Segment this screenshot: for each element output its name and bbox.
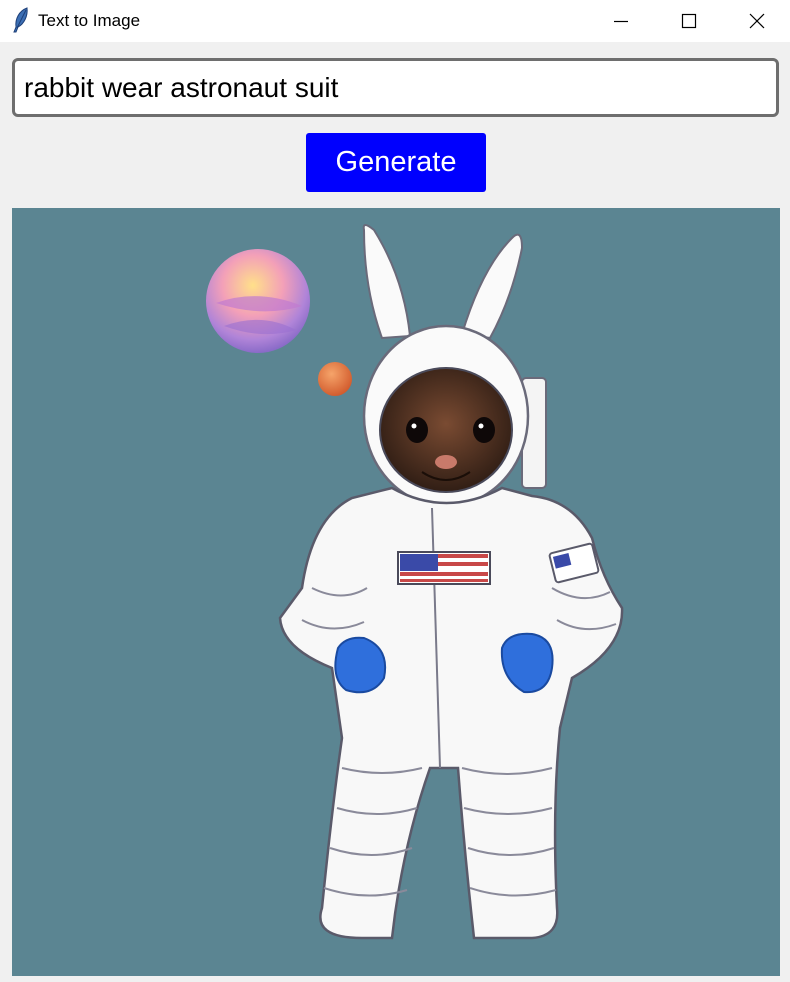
maximize-button[interactable] [656,0,722,42]
app-window: Text to Image Generate [0,0,790,982]
close-button[interactable] [724,0,790,42]
feather-icon [13,7,28,33]
minimize-icon [614,20,628,23]
generate-button[interactable]: Generate [306,133,486,192]
generated-image [12,208,780,976]
close-icon [749,13,765,29]
minimize-button[interactable] [588,0,654,42]
prompt-input[interactable] [12,58,779,117]
window-title: Text to Image [38,11,141,30]
title-bar[interactable]: Text to Image [0,0,790,42]
maximize-icon [681,13,697,29]
